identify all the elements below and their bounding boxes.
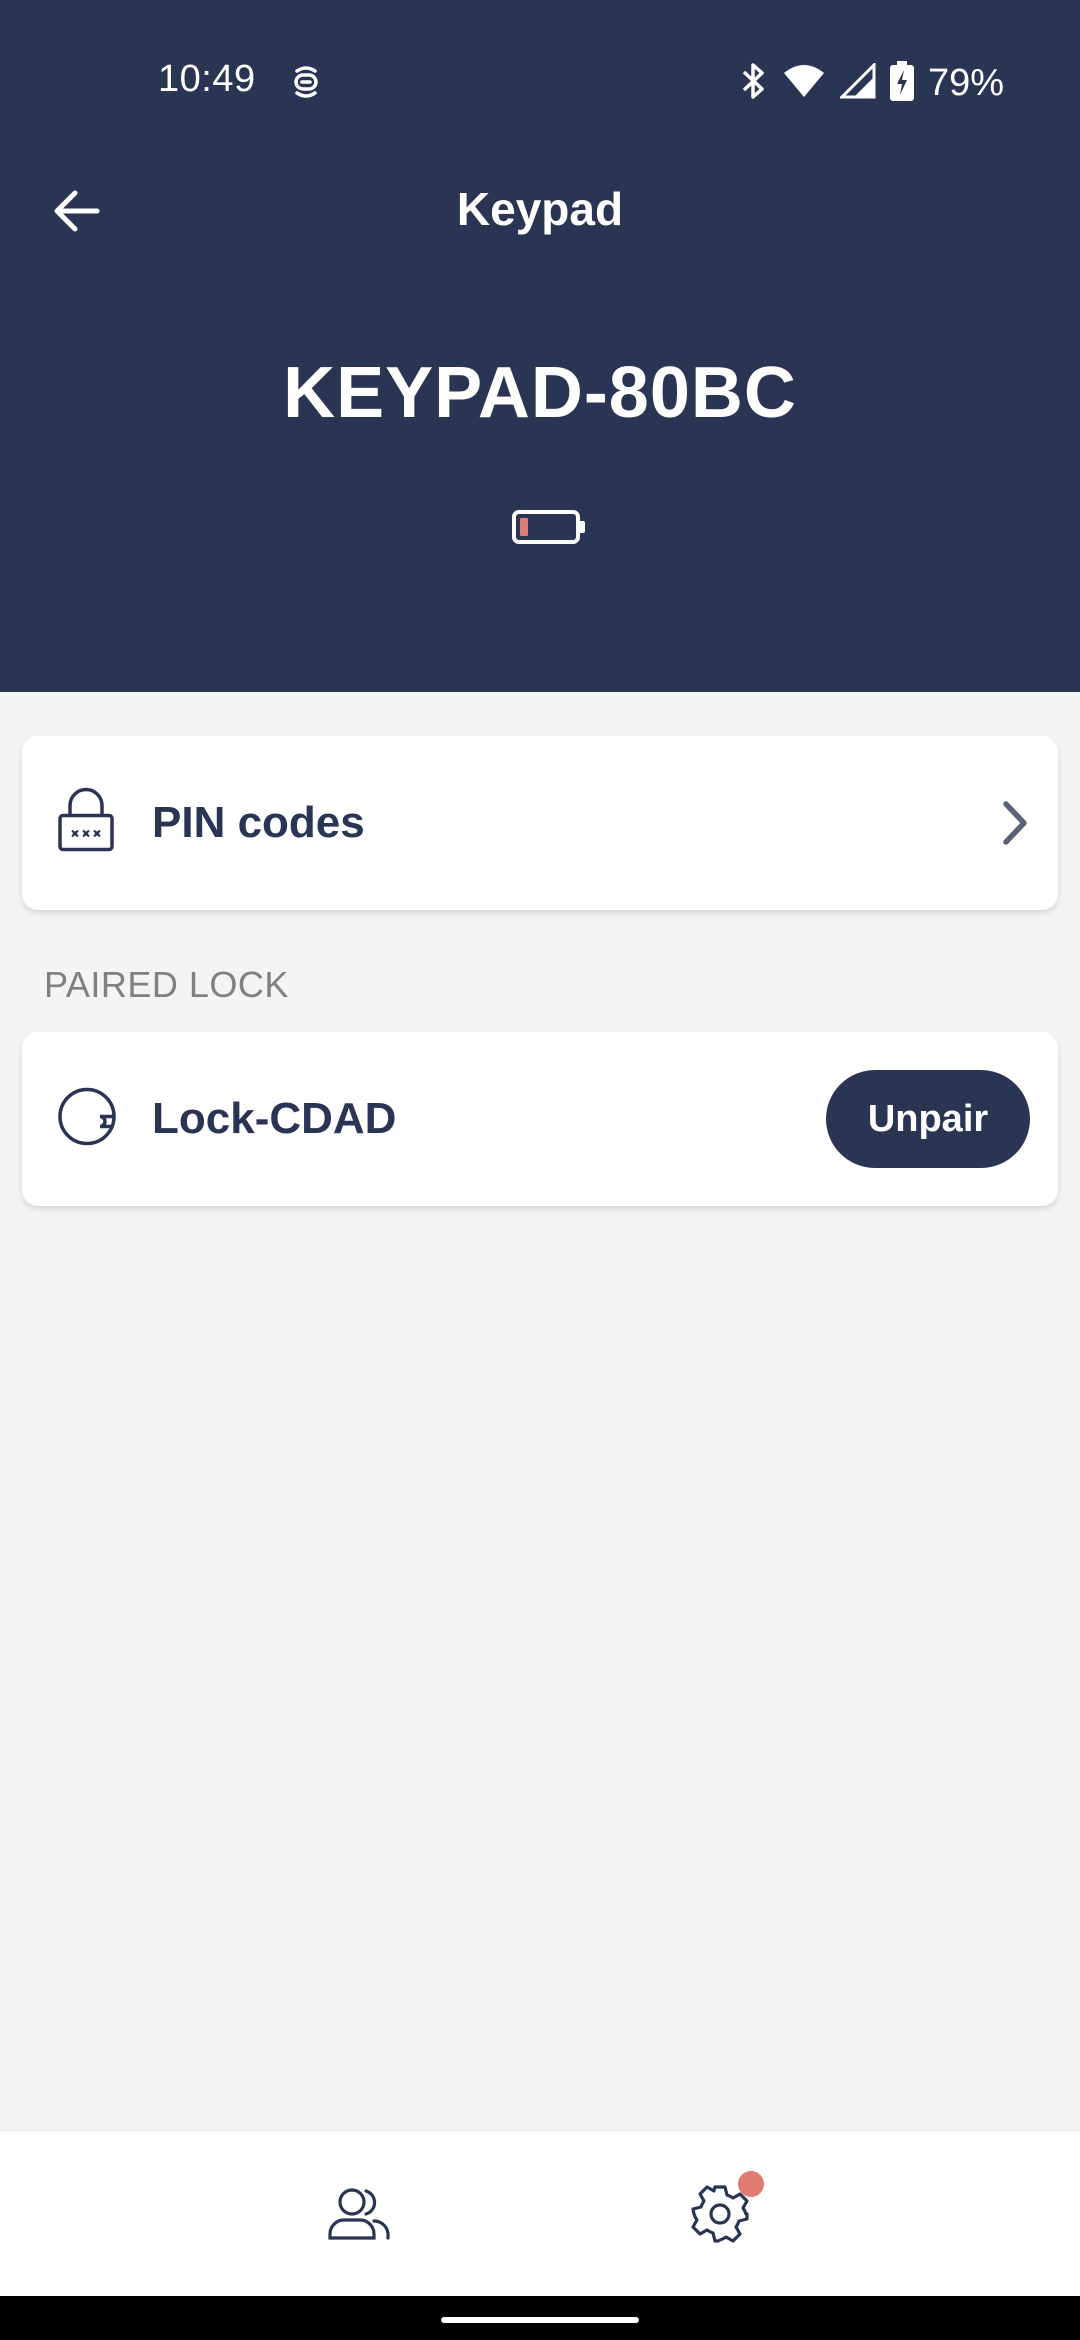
status-bar: 10:49 79% [0, 0, 1080, 120]
device-name: KEYPAD-80BC [283, 353, 797, 433]
pin-codes-label: PIN codes [152, 798, 365, 847]
bluetooth-icon [740, 61, 768, 106]
nav-users[interactable] [320, 2179, 400, 2249]
bottom-navigation [0, 2130, 1080, 2296]
status-time: 10:49 [158, 58, 256, 100]
pin-codes-row[interactable]: PIN codes [22, 736, 1058, 910]
padlock-pin-icon [56, 787, 116, 859]
device-battery-icon [512, 508, 588, 546]
battery-charging-icon [889, 60, 914, 106]
wifi-icon [782, 63, 826, 104]
cellular-signal-icon [838, 60, 876, 104]
paired-lock-section-label: PAIRED LOCK [44, 964, 289, 1005]
page-title: Keypad [456, 183, 624, 235]
paired-lock-row: Lock-CDAD Unpair [22, 1032, 1058, 1206]
users-icon [328, 2188, 390, 2240]
settings-notification-badge [738, 2171, 764, 2197]
home-gesture-bar[interactable] [441, 2317, 639, 2323]
header: 10:49 79% Keypad KEYPAD-80BC [0, 0, 1080, 692]
app-notification-icon [290, 63, 322, 101]
battery-percent: 79% [927, 61, 1004, 104]
unpair-button[interactable]: Unpair [826, 1070, 1030, 1168]
lock-dial-icon [56, 1086, 118, 1153]
status-icons: 79% [740, 58, 1004, 108]
lock-name: Lock-CDAD [152, 1094, 397, 1143]
chevron-right-icon [994, 798, 1034, 848]
